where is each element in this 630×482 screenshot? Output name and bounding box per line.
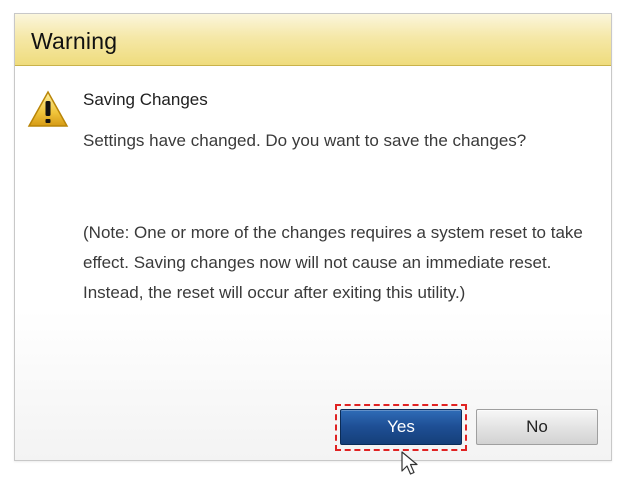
yes-button[interactable]: Yes xyxy=(340,409,462,445)
warning-icon xyxy=(27,90,69,127)
dialog-content: Saving Changes Settings have changed. Do… xyxy=(15,66,611,475)
mouse-cursor-icon xyxy=(401,451,418,475)
dialog-title-bar: Warning xyxy=(15,14,611,66)
dialog-heading: Saving Changes xyxy=(83,90,208,109)
no-button[interactable]: No xyxy=(476,409,598,445)
warning-dialog: Warning Saving Changes Settings have cha… xyxy=(14,13,612,475)
dialog-title: Warning xyxy=(31,28,118,54)
dialog-message: Settings have changed. Do you want to sa… xyxy=(83,131,527,150)
screen: Warning Saving Changes Settings have cha… xyxy=(0,0,630,482)
dialog-note: (Note: One or more of the changes requir… xyxy=(83,223,583,302)
